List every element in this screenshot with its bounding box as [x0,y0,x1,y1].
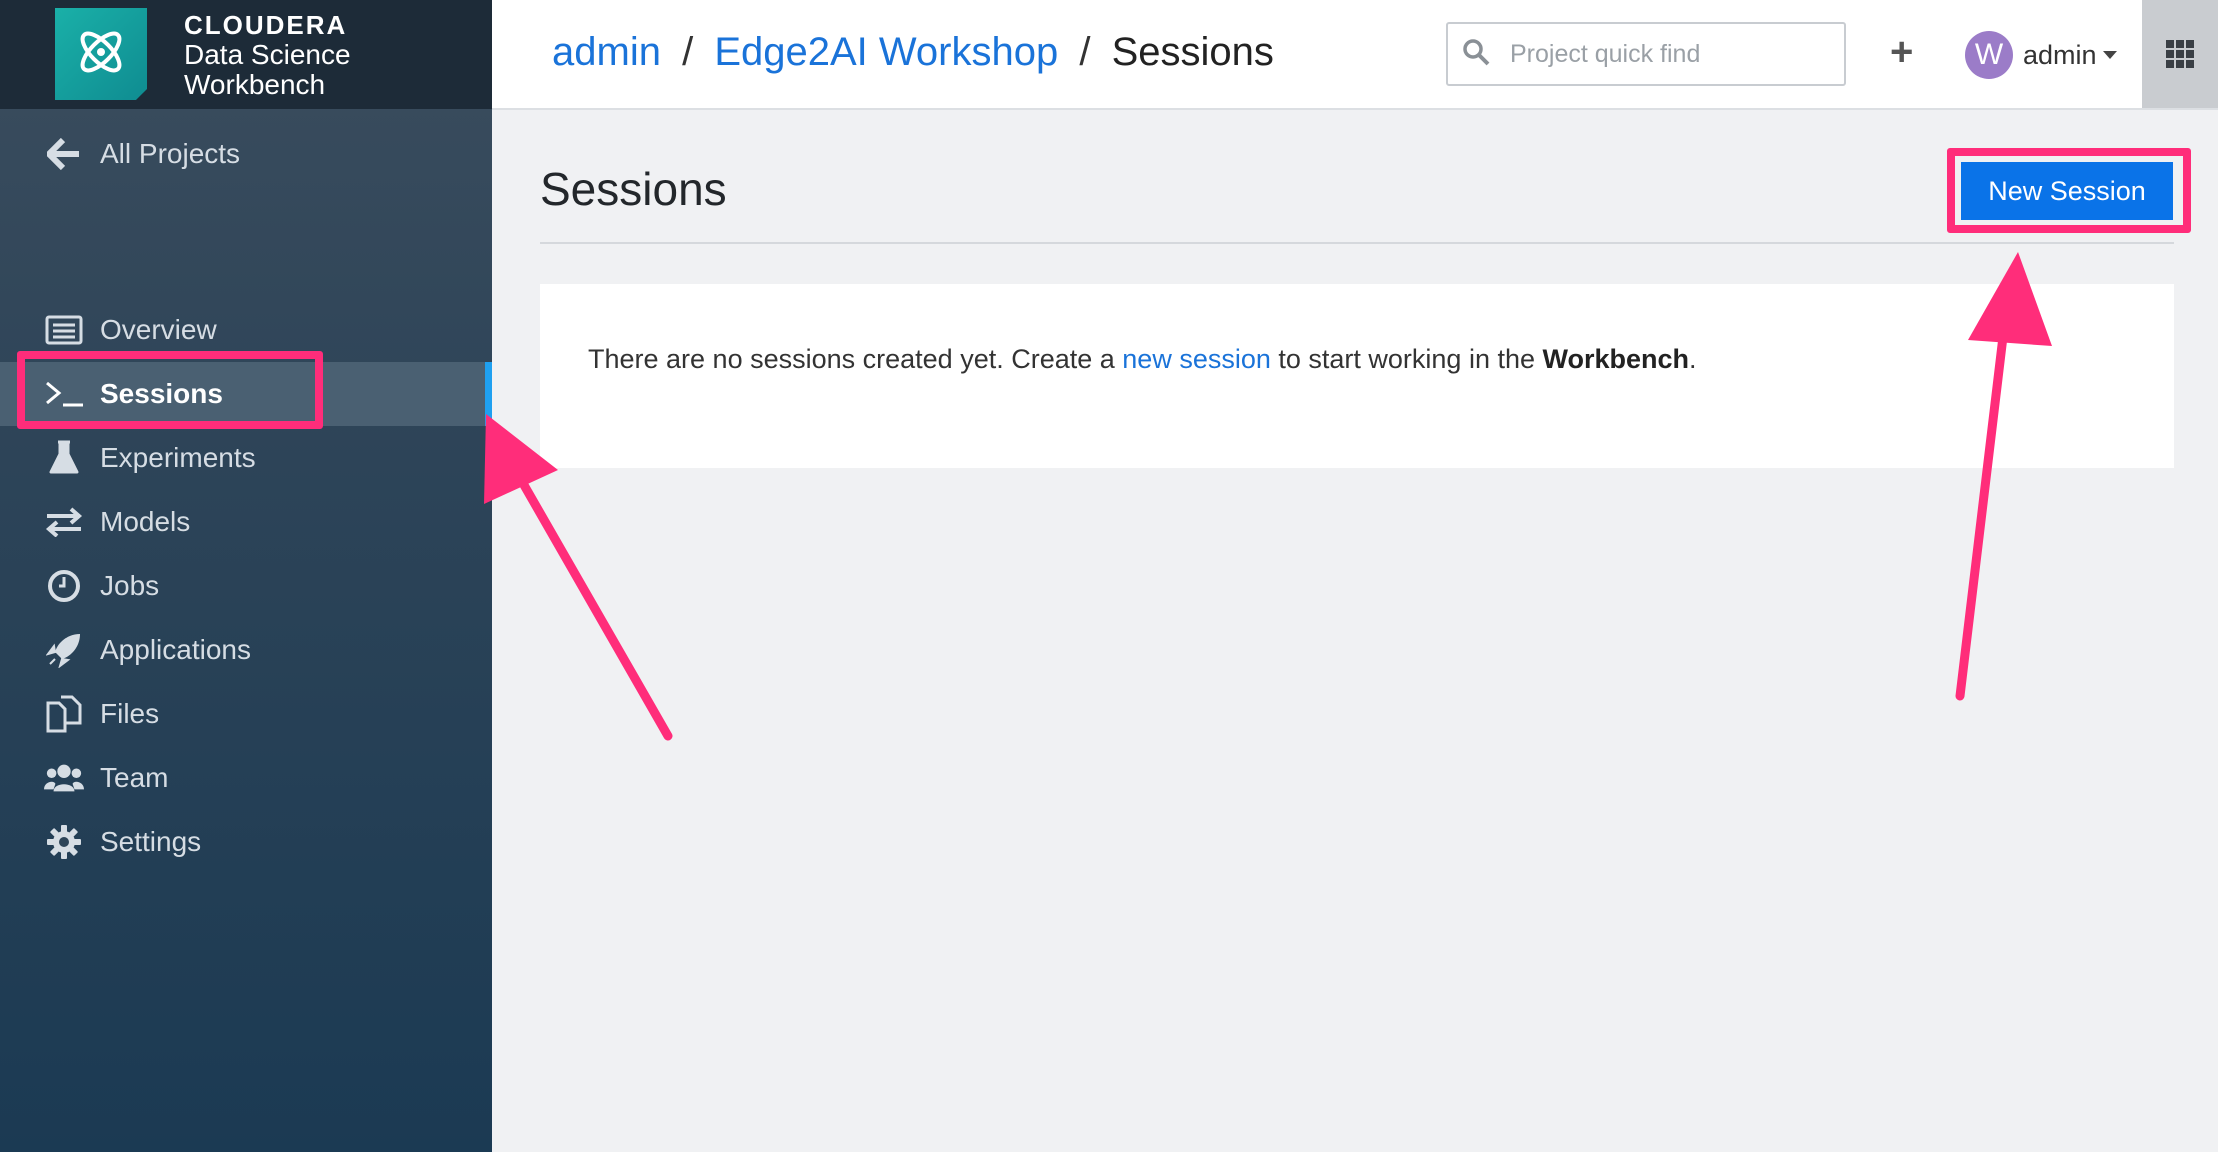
sidebar-item-jobs[interactable]: Jobs [0,554,492,618]
all-projects-label: All Projects [100,138,241,169]
sidebar-item-label: Overview [100,314,217,345]
avatar: W [1965,31,2013,79]
rocket-icon [44,630,84,670]
sidebar-item-sessions[interactable]: Sessions [0,362,492,426]
sidebar-item-team[interactable]: Team [0,746,492,810]
username: admin [2023,39,2097,70]
sidebar-item-label: Models [100,506,191,537]
top-bar: admin / Edge2AI Workshop / Sessions + W … [492,0,2218,110]
brand-text: CLOUDERA Data Science Workbench [184,10,351,100]
project-search[interactable] [1446,22,1846,86]
sidebar-item-label: Settings [100,826,202,857]
sidebar-item-files[interactable]: Files [0,682,492,746]
terminal-icon [44,374,84,414]
brand-company: CLOUDERA [184,10,348,40]
apps-grid-button[interactable] [2142,0,2218,108]
search-input[interactable] [1508,38,1832,70]
arrow-left-icon [44,138,84,170]
sidebar-item-label: Team [100,762,169,793]
breadcrumb-project-link[interactable]: Edge2AI Workshop [714,30,1058,74]
clock-icon [44,566,84,606]
sidebar-item-settings[interactable]: Settings [0,810,492,874]
chevron-down-icon [2102,51,2117,59]
empty-text-bold: Workbench [1542,344,1690,374]
all-projects-link[interactable]: All Projects [44,138,240,170]
project-nav: Overview Sessions Experiments Models Job… [0,298,492,874]
empty-state-message: There are no sessions created yet. Creat… [588,344,1697,375]
divider [540,242,2174,244]
sidebar-item-models[interactable]: Models [0,490,492,554]
flask-icon [44,438,84,478]
sidebar-item-label: Applications [100,634,251,665]
sidebar-item-label: Experiments [100,442,256,473]
breadcrumb-separator: / [1079,30,1091,74]
sidebar-item-applications[interactable]: Applications [0,618,492,682]
page-title: Sessions [540,163,727,215]
atom-logo-icon[interactable] [55,8,147,100]
user-menu[interactable]: W admin [1965,31,2117,79]
brand-product-line1: Data Science [184,39,351,70]
grid-icon [2166,40,2194,68]
sidebar-item-label: Sessions [100,378,223,409]
empty-text-middle: to start working in the [1270,344,1543,374]
sidebar: CLOUDERA Data Science Workbench All Proj… [0,0,492,1152]
sidebar-item-label: Files [100,698,160,729]
add-button[interactable]: + [1890,30,1913,75]
new-session-button[interactable]: New Session [1961,162,2173,220]
breadcrumb: admin / Edge2AI Workshop / Sessions [552,30,1274,75]
breadcrumb-separator: / [682,30,694,74]
breadcrumb-user-link[interactable]: admin [552,30,661,74]
sidebar-item-overview[interactable]: Overview [0,298,492,362]
gear-icon [44,822,84,862]
new-session-link[interactable]: new session [1122,344,1271,374]
team-icon [44,758,84,798]
exchange-icon [44,502,84,542]
search-icon [1462,38,1492,71]
files-icon [44,694,84,734]
empty-text-prefix: There are no sessions created yet. Creat… [588,344,1123,374]
brand-product-line2: Workbench [184,69,326,100]
list-icon [44,310,84,350]
sidebar-item-experiments[interactable]: Experiments [0,426,492,490]
sidebar-item-label: Jobs [100,570,160,601]
empty-text-suffix: . [1689,344,1697,374]
brand-header: CLOUDERA Data Science Workbench [0,0,492,109]
breadcrumb-current: Sessions [1111,30,1274,74]
empty-state-card: There are no sessions created yet. Creat… [540,284,2174,468]
